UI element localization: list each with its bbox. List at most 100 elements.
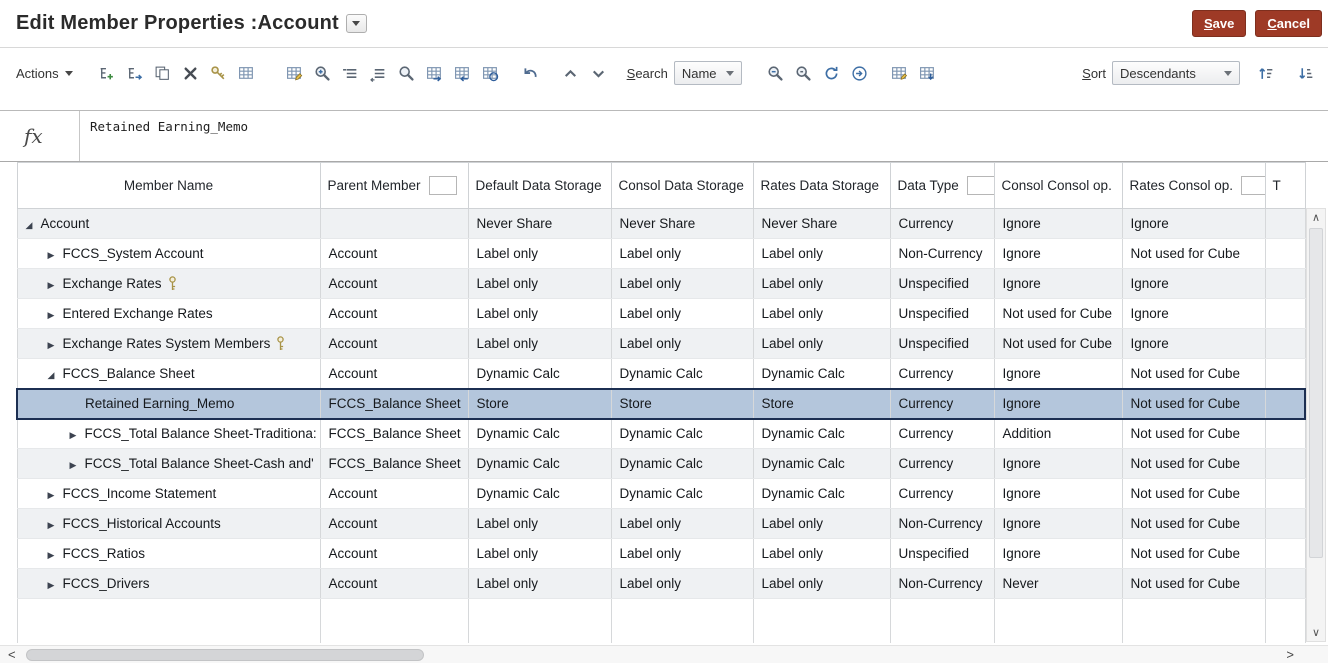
consol-consol-op-cell[interactable]: Ignore — [994, 509, 1122, 539]
scroll-right-icon[interactable] — [1286, 647, 1294, 662]
zoom-out-all-icon[interactable] — [367, 61, 391, 85]
default-data-storage-cell[interactable]: Label only — [468, 509, 611, 539]
member-cell[interactable]: FCCS_Balance Sheet — [17, 359, 320, 389]
data-type-cell[interactable]: Currency — [890, 209, 994, 239]
expand-toggle-icon[interactable] — [48, 490, 63, 501]
consol-data-storage-cell[interactable]: Never Share — [611, 209, 753, 239]
expand-toggle-icon[interactable] — [48, 280, 63, 291]
magnifier-minus-icon[interactable] — [764, 61, 788, 85]
parent-member-cell[interactable] — [320, 209, 468, 239]
expand-toggle-icon[interactable] — [48, 370, 63, 381]
rates-consol-op-cell[interactable]: Not used for Cube — [1122, 509, 1265, 539]
member-cell[interactable]: Entered Exchange Rates — [17, 299, 320, 329]
move-down-icon[interactable] — [587, 61, 611, 85]
member-cell[interactable]: Retained Earning_Memo — [17, 389, 320, 419]
consol-consol-op-cell[interactable]: Ignore — [994, 269, 1122, 299]
parent-member-cell[interactable]: FCCS_Balance Sheet — [320, 449, 468, 479]
table-row[interactable]: Exchange Rates System Members Account La… — [17, 329, 1305, 359]
add-sibling-icon[interactable] — [123, 61, 147, 85]
consol-data-storage-cell[interactable]: Label only — [611, 299, 753, 329]
data-type-cell[interactable]: Non-Currency — [890, 239, 994, 269]
rates-data-storage-cell[interactable]: Never Share — [753, 209, 890, 239]
table-row[interactable]: Exchange Rates Account Label only Label … — [17, 269, 1305, 299]
data-type-cell[interactable]: Currency — [890, 479, 994, 509]
consol-consol-op-cell[interactable]: Never — [994, 569, 1122, 599]
freeze-pane-icon[interactable] — [479, 61, 503, 85]
parent-member-cell[interactable]: FCCS_Balance Sheet — [320, 419, 468, 449]
data-type-cell[interactable]: Currency — [890, 449, 994, 479]
refresh-icon[interactable] — [820, 61, 844, 85]
column-header-t[interactable]: T — [1265, 163, 1305, 209]
duplicate-member-icon[interactable] — [151, 61, 175, 85]
default-data-storage-cell[interactable]: Label only — [468, 329, 611, 359]
rates-data-storage-cell[interactable]: Label only — [753, 299, 890, 329]
default-data-storage-cell[interactable]: Label only — [468, 239, 611, 269]
header-filter-box[interactable] — [429, 176, 457, 195]
column-header-member-name[interactable]: Member Name — [17, 163, 320, 209]
parent-member-cell[interactable]: Account — [320, 509, 468, 539]
consol-data-storage-cell[interactable]: Label only — [611, 539, 753, 569]
rates-consol-op-cell[interactable]: Ignore — [1122, 329, 1265, 359]
rates-data-storage-cell[interactable]: Dynamic Calc — [753, 449, 890, 479]
consol-data-storage-cell[interactable]: Label only — [611, 509, 753, 539]
scroll-up-icon[interactable] — [1307, 209, 1325, 226]
parent-member-cell[interactable]: Account — [320, 569, 468, 599]
zoom-in-icon[interactable] — [311, 61, 335, 85]
parent-member-cell[interactable]: Account — [320, 329, 468, 359]
rates-consol-op-cell[interactable]: Not used for Cube — [1122, 479, 1265, 509]
cancel-button[interactable]: Cancel — [1255, 10, 1322, 37]
consol-data-storage-cell[interactable]: Label only — [611, 569, 753, 599]
sort-descending-icon[interactable] — [1294, 61, 1318, 85]
default-data-storage-cell[interactable]: Label only — [468, 569, 611, 599]
expand-toggle-icon[interactable] — [26, 220, 41, 231]
default-data-storage-cell[interactable]: Label only — [468, 299, 611, 329]
expand-toggle-icon[interactable] — [48, 580, 63, 591]
expand-toggle-icon[interactable] — [48, 520, 63, 531]
parent-member-cell[interactable]: Account — [320, 359, 468, 389]
process-data-icon[interactable] — [848, 61, 872, 85]
rates-data-storage-cell[interactable]: Store — [753, 389, 890, 419]
data-type-cell[interactable]: Unspecified — [890, 329, 994, 359]
shift-column-right-icon[interactable] — [423, 61, 447, 85]
delete-member-icon[interactable] — [179, 61, 203, 85]
data-type-cell[interactable]: Non-Currency — [890, 509, 994, 539]
table-row[interactable]: FCCS_Drivers Account Label only Label on… — [17, 569, 1305, 599]
data-type-cell[interactable]: Unspecified — [890, 269, 994, 299]
consol-data-storage-cell[interactable]: Dynamic Calc — [611, 419, 753, 449]
shared-members-icon[interactable] — [207, 61, 231, 85]
default-data-storage-cell[interactable]: Dynamic Calc — [468, 449, 611, 479]
rates-consol-op-cell[interactable]: Ignore — [1122, 269, 1265, 299]
member-selector-icon[interactable] — [235, 61, 259, 85]
horizontal-scroll-thumb[interactable] — [26, 649, 424, 661]
data-type-cell[interactable]: Non-Currency — [890, 569, 994, 599]
member-cell[interactable]: FCCS_Ratios — [17, 539, 320, 569]
expand-toggle-icon[interactable] — [48, 550, 63, 561]
rates-consol-op-cell[interactable]: Not used for Cube — [1122, 539, 1265, 569]
vertical-scroll-track[interactable] — [1307, 226, 1325, 624]
rates-consol-op-cell[interactable]: Not used for Cube — [1122, 239, 1265, 269]
consol-data-storage-cell[interactable]: Dynamic Calc — [611, 359, 753, 389]
table-row[interactable]: FCCS_Historical Accounts Account Label o… — [17, 509, 1305, 539]
data-type-cell[interactable]: Unspecified — [890, 539, 994, 569]
zoom-out-one-level-icon[interactable] — [339, 61, 363, 85]
table-row[interactable]: FCCS_Balance Sheet Account Dynamic Calc … — [17, 359, 1305, 389]
rates-consol-op-cell[interactable]: Ignore — [1122, 209, 1265, 239]
consol-data-storage-cell[interactable]: Dynamic Calc — [611, 479, 753, 509]
column-header-consol-consol-op-[interactable]: Consol Consol op. — [994, 163, 1122, 209]
expand-toggle-icon[interactable] — [48, 340, 63, 351]
column-header-rates-consol-op-[interactable]: Rates Consol op. — [1122, 163, 1265, 209]
vertical-scrollbar[interactable] — [1306, 208, 1326, 642]
shift-column-left-icon[interactable] — [451, 61, 475, 85]
table-row[interactable]: Entered Exchange Rates Account Label onl… — [17, 299, 1305, 329]
member-cell[interactable]: FCCS_System Account — [17, 239, 320, 269]
consol-consol-op-cell[interactable]: Ignore — [994, 449, 1122, 479]
member-cell[interactable]: Exchange Rates — [17, 269, 320, 299]
scroll-left-icon[interactable] — [8, 647, 16, 662]
scroll-down-icon[interactable] — [1307, 624, 1325, 641]
rates-data-storage-cell[interactable]: Dynamic Calc — [753, 419, 890, 449]
rates-data-storage-cell[interactable]: Label only — [753, 509, 890, 539]
move-up-icon[interactable] — [559, 61, 583, 85]
expand-toggle-icon[interactable] — [70, 460, 85, 471]
default-data-storage-cell[interactable]: Label only — [468, 539, 611, 569]
column-header-consol-data-storage[interactable]: Consol Data Storage — [611, 163, 753, 209]
